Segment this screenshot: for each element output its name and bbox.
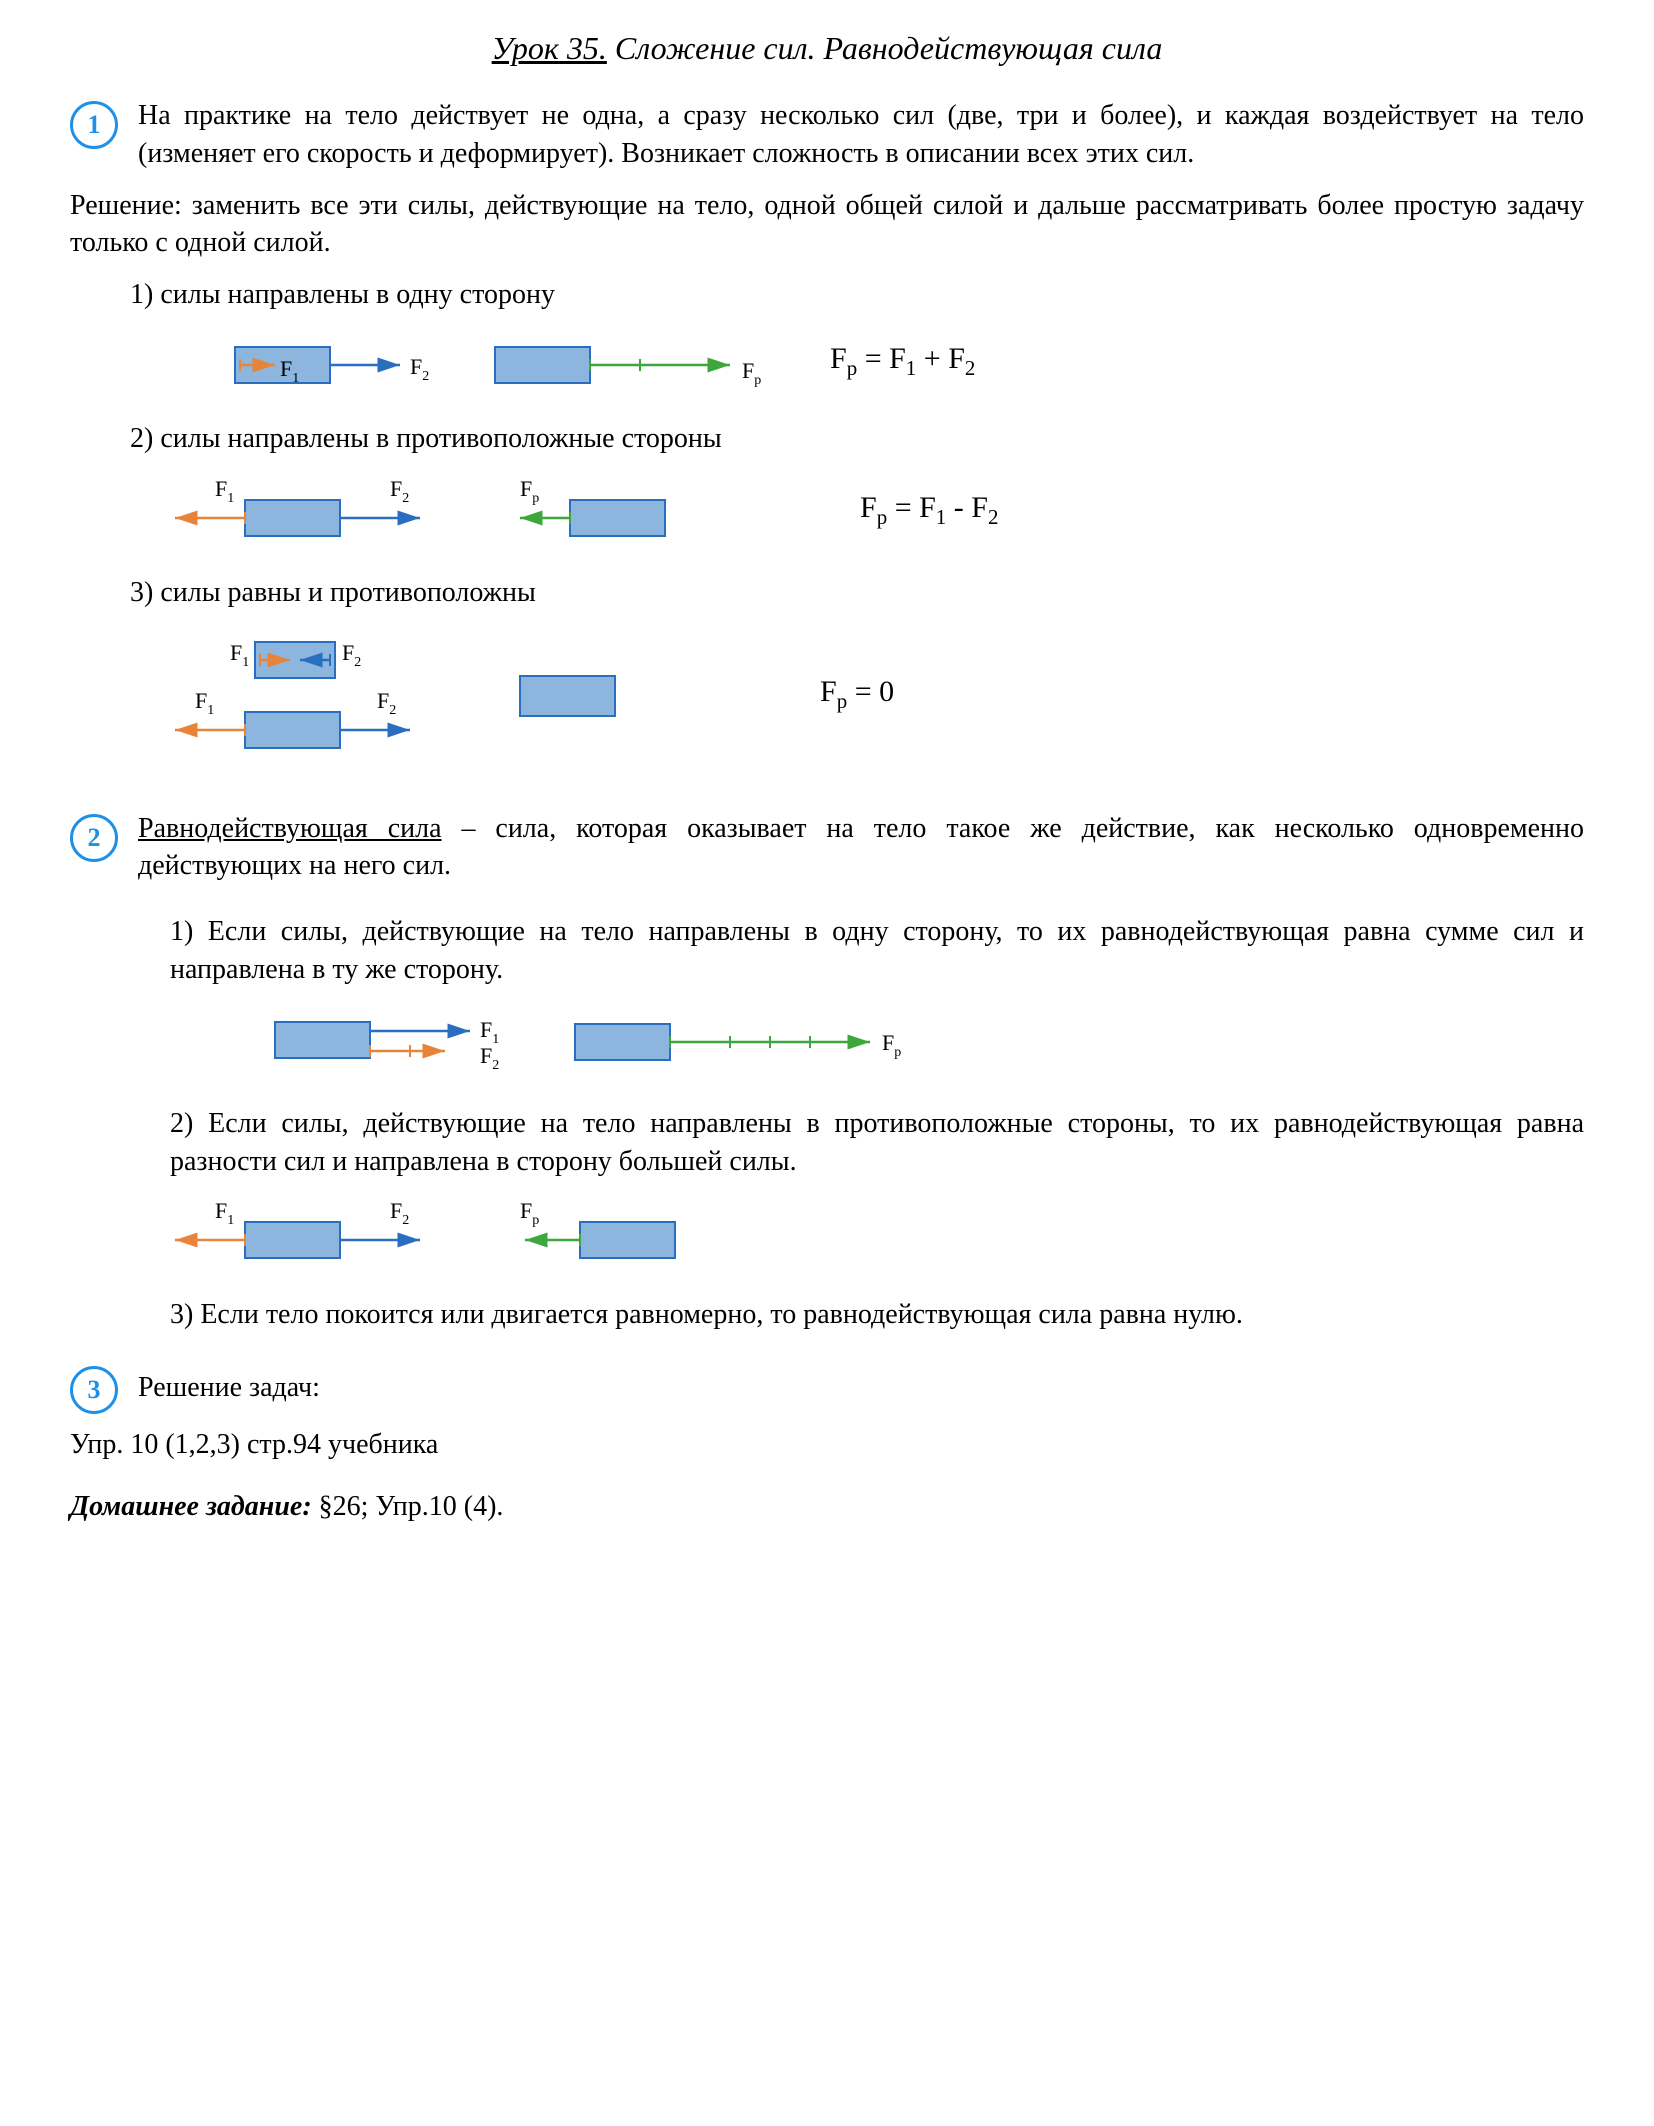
- title-underlined: Урок 35.: [492, 30, 607, 66]
- svg-text:F2: F2: [390, 476, 409, 506]
- hw-text: §26; Упр.10 (4).: [312, 1491, 504, 1522]
- svg-text:F2: F2: [480, 1043, 499, 1073]
- badge-1: 1: [70, 101, 118, 149]
- svg-box-fp-diff: Fp: [500, 476, 700, 546]
- hw-label: Домашнее задание:: [70, 1491, 312, 1522]
- section-3: 3 Решение задач:: [70, 1362, 1584, 1414]
- svg-text:F1: F1: [215, 1198, 234, 1228]
- homework: Домашнее задание: §26; Упр.10 (4).: [70, 1488, 1584, 1526]
- diagram-rule1: F1 F2 Fp: [270, 1007, 1584, 1077]
- svg-text:Fp: Fp: [742, 358, 761, 388]
- sec1-p2: Решение: заменить все эти силы, действую…: [70, 187, 1584, 263]
- svg-text:F2: F2: [342, 640, 361, 670]
- rule2: 2) Если силы, действующие на тело направ…: [170, 1105, 1584, 1181]
- sec3-tasks: Упр. 10 (1,2,3) стр.94 учебника: [70, 1426, 1584, 1464]
- svg-text:Fp: Fp: [882, 1030, 901, 1060]
- badge-3: 3: [70, 1366, 118, 1414]
- formula-zero: Fp = 0: [820, 675, 894, 714]
- svg-box-empty: [500, 660, 640, 730]
- diagram-case2: F1 F2 Fp Fp = F1 - F2: [160, 476, 1584, 546]
- svg-text:F2: F2: [390, 1198, 409, 1228]
- diagram-case3: F1 F2 F1 F2 Fp = 0: [160, 630, 1584, 760]
- svg-text:Fp: Fp: [520, 476, 539, 506]
- svg-text:Fp: Fp: [520, 1198, 539, 1228]
- page-title: Урок 35. Сложение сил. Равнодействующая …: [70, 30, 1584, 67]
- case2-label: 2) силы направлены в противоположные сто…: [130, 420, 1584, 458]
- svg-rule1-left: F1 F2: [270, 1007, 530, 1077]
- section-1: 1 На практике на тело действует не одна,…: [70, 97, 1584, 187]
- formula-diff: Fp = F1 - F2: [860, 491, 998, 530]
- title-rest: Сложение сил. Равнодействующая сила: [607, 30, 1162, 66]
- sec2-term: Равнодействующая сила: [138, 813, 442, 844]
- svg-box-f1-f2-same: F1 F2: [230, 332, 450, 392]
- svg-text:F2: F2: [410, 354, 429, 384]
- svg-rule1-right: Fp: [570, 1012, 930, 1072]
- formula-sum: Fp = F1 + F2: [830, 342, 975, 381]
- rule1: 1) Если силы, действующие на тело направ…: [170, 913, 1584, 989]
- diagram-rule2: F1 F2 Fp: [160, 1198, 1584, 1268]
- svg-text:F1: F1: [230, 640, 249, 670]
- sec3-title: Решение задач:: [138, 1372, 320, 1404]
- svg-rule2-left: F1 F2: [160, 1198, 460, 1268]
- svg-text:F1: F1: [195, 688, 214, 718]
- svg-box-equal-opposite: F1 F2 F1 F2: [160, 630, 460, 760]
- svg-box-fp-sum: Fp: [490, 332, 790, 392]
- badge-2: 2: [70, 814, 118, 862]
- case1-label: 1) силы направлены в одну сторону: [130, 276, 1584, 314]
- svg-text:F1: F1: [215, 476, 234, 506]
- case3-label: 3) силы равны и противоположны: [130, 574, 1584, 612]
- diagram-case1: F1 F2 Fp Fp = F1 + F2: [230, 332, 1584, 392]
- sec2-lead: Равнодействующая сила – сила, которая ок…: [138, 810, 1584, 886]
- section-2: 2 Равнодействующая сила – сила, которая …: [70, 810, 1584, 900]
- sec1-p1: На практике на тело действует не одна, а…: [138, 97, 1584, 173]
- svg-text:F2: F2: [377, 688, 396, 718]
- rule3: 3) Если тело покоится или двигается равн…: [170, 1296, 1584, 1334]
- svg-rule2-right: Fp: [500, 1198, 720, 1268]
- svg-box-f1-f2-opposite: F1 F2: [160, 476, 460, 546]
